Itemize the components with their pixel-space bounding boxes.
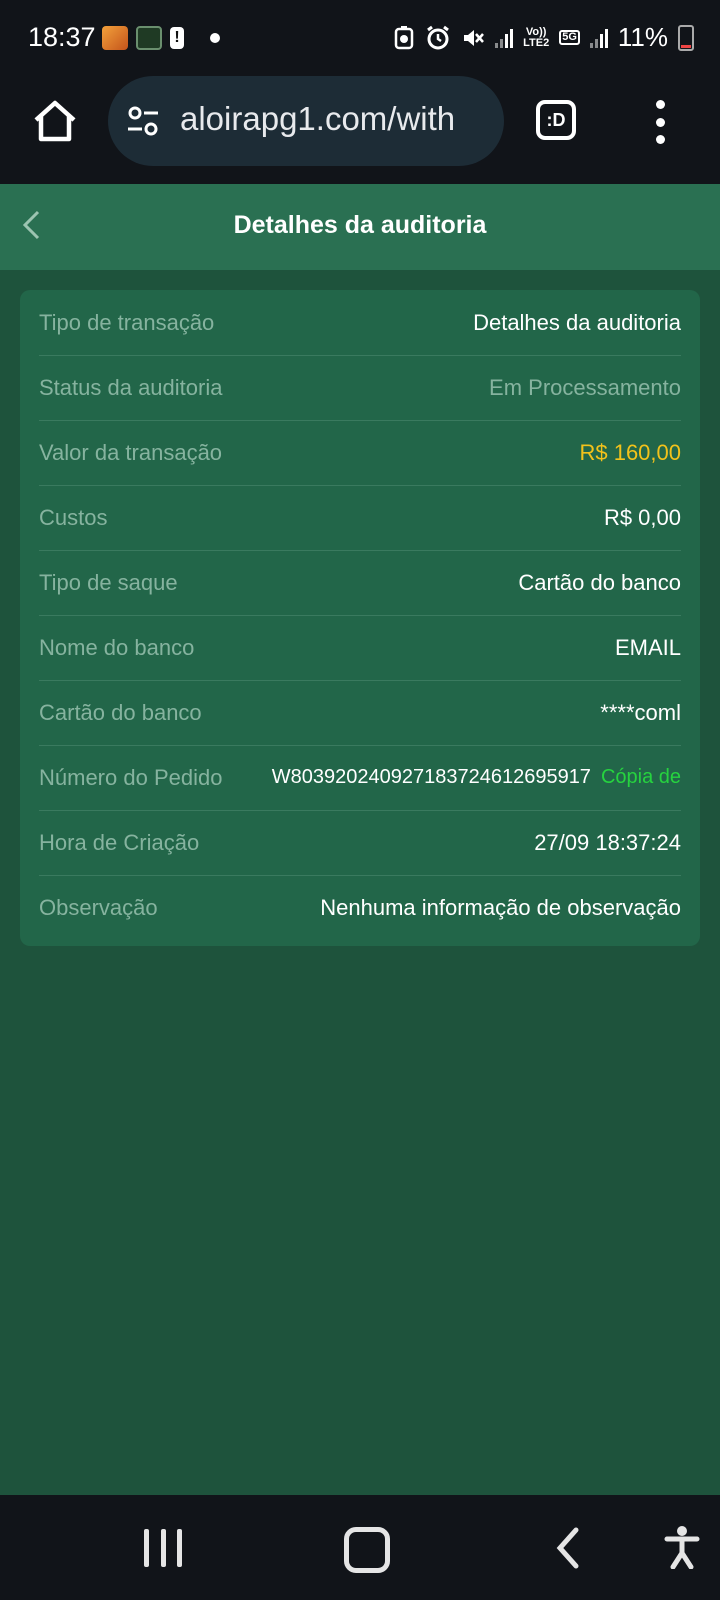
home-circle-icon[interactable] (344, 1527, 390, 1573)
system-icons: Vo)) LTE2 5G 11% (393, 22, 694, 53)
home-icon[interactable] (30, 96, 80, 146)
battery-icon (678, 24, 694, 51)
status-time: 18:37 (28, 22, 96, 52)
detail-label: Custos (39, 504, 108, 530)
alert-icon: ! (170, 27, 184, 49)
detail-row-withdraw-type: Tipo de saque Cartão do banco (39, 550, 681, 615)
amount-value: R$ 160,00 (579, 439, 681, 465)
alarm-icon (427, 25, 450, 49)
detail-row-costs: Custos R$ 0,00 (39, 485, 681, 550)
status-bar: 18:37 ! Vo)) LTE2 5G 11% (0, 0, 720, 80)
detail-row-observation: Observação Nenhuma informação de observa… (39, 875, 681, 940)
more-vert-icon[interactable] (652, 100, 668, 144)
recents-icon[interactable] (144, 1529, 182, 1567)
detail-label: Status da auditoria (39, 374, 223, 400)
page-header: Detalhes da auditoria (0, 184, 720, 270)
address-bar[interactable]: aloirapg1.com/with (108, 76, 504, 166)
more-notifications-dot-icon (210, 33, 220, 43)
battery-saver-icon (394, 25, 414, 49)
fiveg-label: 5G (559, 30, 580, 45)
detail-label: Nome do banco (39, 634, 195, 660)
detail-row-transaction-type: Tipo de transação Detalhes da auditoria (39, 290, 681, 355)
browser-toolbar: aloirapg1.com/with :D (0, 76, 720, 184)
notification-icons: ! (102, 26, 220, 50)
accessibility-icon[interactable] (664, 1525, 700, 1569)
detail-row-bank-name: Nome do banco EMAIL (39, 615, 681, 680)
signal-icon (495, 28, 514, 48)
detail-label: Tipo de saque (39, 569, 178, 595)
tab-switcher-icon[interactable]: :D (536, 100, 576, 140)
detail-label: Hora de Criação (39, 829, 200, 855)
order-number-value: W80392024092718372461269591​7 (271, 766, 591, 788)
signal-icon (589, 28, 608, 48)
detail-value: EMAIL (614, 634, 681, 660)
tune-icon[interactable] (126, 104, 160, 138)
detail-label: Observação (39, 894, 158, 920)
copy-button[interactable]: Cópia de (601, 766, 681, 788)
system-nav-bar (0, 1495, 720, 1600)
detail-value: ****coml (600, 699, 681, 725)
url-text[interactable]: aloirapg1.com/with (180, 100, 498, 138)
app-notification-icon (136, 26, 162, 50)
detail-row-order-number: Número do Pedido W8039202409271837246126… (39, 745, 681, 810)
detail-value: 27/09 18:37:24 (534, 829, 681, 855)
detail-label: Valor da transação (39, 439, 223, 465)
detail-row-audit-status: Status da auditoria Em Processamento (39, 355, 681, 420)
app-notification-icon (102, 26, 128, 50)
detail-label: Tipo de transação (39, 309, 215, 335)
lte-label: LTE2 (523, 36, 550, 49)
battery-percent: 11% (617, 22, 668, 52)
network-label: Vo)) LTE2 (523, 26, 550, 49)
order-number-group: W80392024092718372461269591​7 Cópia de (272, 766, 681, 789)
details-card: Tipo de transação Detalhes da auditoria … (20, 290, 700, 946)
detail-row-bank-card: Cartão do banco ****coml (39, 680, 681, 745)
detail-value: Detalhes da auditoria (473, 309, 681, 335)
detail-label: Número do Pedido (39, 764, 223, 790)
detail-value: Cartão do banco (518, 569, 681, 595)
detail-row-created-time: Hora de Criação 27/09 18:37:24 (39, 810, 681, 875)
detail-label: Cartão do banco (39, 699, 202, 725)
status-value: Em Processamento (489, 374, 681, 400)
detail-row-amount: Valor da transação R$ 160,00 (39, 420, 681, 485)
page-title: Detalhes da auditoria (233, 211, 487, 239)
detail-value: R$ 0,00 (603, 504, 681, 530)
back-arrow-icon[interactable] (556, 1527, 580, 1569)
detail-value: Nenhuma informação de observação (320, 894, 681, 920)
mute-icon (464, 29, 485, 46)
